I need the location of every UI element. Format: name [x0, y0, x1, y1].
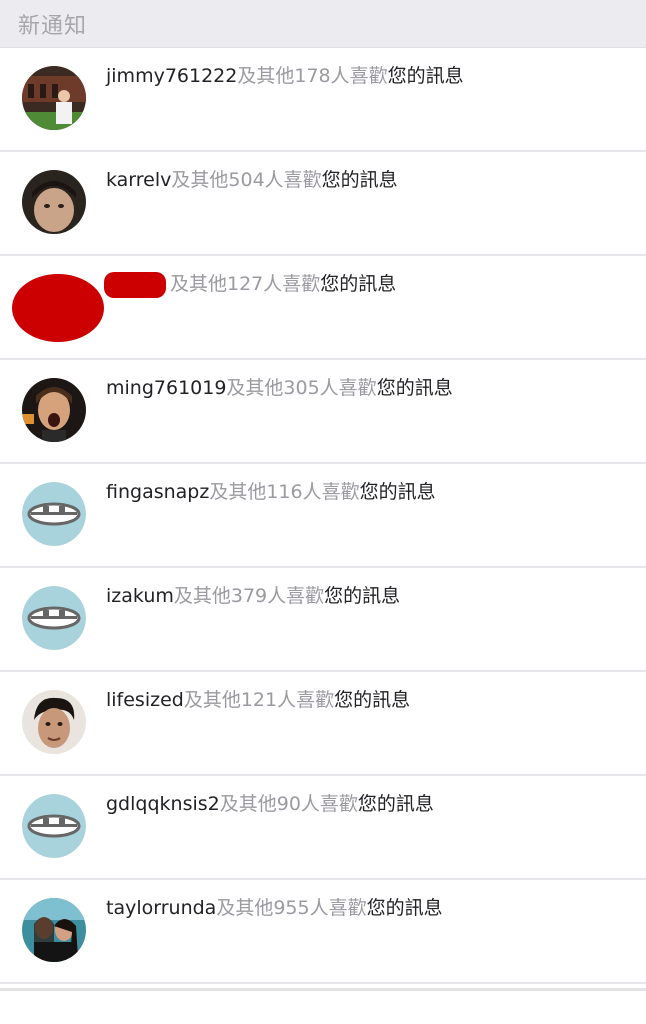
- default-eyes-icon: [22, 794, 86, 858]
- avatar[interactable]: [22, 898, 86, 962]
- notification-list[interactable]: jimmy761222及其他178人喜歡您的訊息 karrelv及其他504人喜…: [0, 47, 646, 984]
- notification-user[interactable]: lifesized: [106, 689, 184, 711]
- notification-item[interactable]: izakum及其他379人喜歡您的訊息: [0, 568, 646, 672]
- notification-count-text: 及其他504人喜歡: [171, 169, 322, 191]
- notification-suffix: 您的訊息: [376, 377, 453, 399]
- notification-suffix: 您的訊息: [324, 585, 401, 607]
- notification-count-text: 及其他955人喜歡: [216, 897, 367, 919]
- avatar[interactable]: [22, 794, 86, 858]
- notification-count-text: 及其他178人喜歡: [237, 65, 388, 87]
- notification-suffix: 您的訊息: [320, 273, 397, 295]
- avatar[interactable]: [22, 170, 86, 234]
- notification-user[interactable]: gdlqqknsis2: [106, 793, 220, 815]
- header-bar: 新通知: [0, 0, 646, 47]
- page-title: 新通知: [18, 13, 88, 39]
- notification-suffix: 您的訊息: [387, 65, 464, 87]
- notification-suffix: 您的訊息: [334, 689, 411, 711]
- notification-text: 及其他127人喜歡您的訊息: [170, 270, 396, 298]
- notification-suffix: 您的訊息: [359, 481, 436, 503]
- avatar[interactable]: [22, 66, 86, 130]
- notification-suffix: 您的訊息: [357, 793, 434, 815]
- avatar[interactable]: [22, 378, 86, 442]
- notification-count-text: 及其他305人喜歡: [226, 377, 377, 399]
- notification-text: taylorrunda及其他955人喜歡您的訊息: [106, 894, 443, 922]
- notification-item[interactable]: karrelv及其他504人喜歡您的訊息: [0, 152, 646, 256]
- notification-text: karrelv及其他504人喜歡您的訊息: [106, 166, 398, 194]
- notification-user[interactable]: fingasnapz: [106, 481, 209, 503]
- notification-item[interactable]: gdlqqknsis2及其他90人喜歡您的訊息: [0, 776, 646, 880]
- notification-item[interactable]: ming761019及其他305人喜歡您的訊息: [0, 360, 646, 464]
- notification-count-text: 及其他379人喜歡: [173, 585, 325, 607]
- notification-text: lifesized及其他121人喜歡您的訊息: [106, 686, 410, 714]
- notification-user[interactable]: jimmy761222: [106, 65, 237, 87]
- notification-user[interactable]: izakum: [106, 585, 174, 607]
- notification-count-text: 及其他90人喜歡: [219, 793, 358, 815]
- redaction-mark-avatar: [12, 274, 104, 342]
- notification-text: fingasnapz及其他116人喜歡您的訊息: [106, 478, 436, 506]
- avatar[interactable]: [22, 586, 86, 650]
- notification-text: izakum及其他379人喜歡您的訊息: [106, 582, 400, 610]
- default-eyes-icon: [22, 482, 86, 546]
- notification-count-text: 及其他127人喜歡: [170, 273, 321, 295]
- notification-count-text: 及其他116人喜歡: [209, 481, 360, 503]
- notification-suffix: 您的訊息: [321, 169, 398, 191]
- notification-item[interactable]: taylorrunda及其他955人喜歡您的訊息: [0, 880, 646, 984]
- avatar[interactable]: [22, 482, 86, 546]
- notification-user[interactable]: ming761019: [106, 377, 226, 399]
- notification-text: ming761019及其他305人喜歡您的訊息: [106, 374, 453, 402]
- notification-user[interactable]: taylorrunda: [106, 897, 216, 919]
- avatar[interactable]: [22, 690, 86, 754]
- notification-text: gdlqqknsis2及其他90人喜歡您的訊息: [106, 790, 434, 818]
- notification-item[interactable]: fingasnapz及其他116人喜歡您的訊息: [0, 464, 646, 568]
- notification-item[interactable]: lifesized及其他121人喜歡您的訊息: [0, 672, 646, 776]
- redaction-mark-username: [104, 272, 166, 298]
- notification-item[interactable]: 及其他127人喜歡您的訊息: [0, 256, 646, 360]
- notification-item[interactable]: jimmy761222及其他178人喜歡您的訊息: [0, 48, 646, 152]
- notification-text: jimmy761222及其他178人喜歡您的訊息: [106, 62, 464, 90]
- notification-count-text: 及其他121人喜歡: [183, 689, 335, 711]
- list-end-divider: [0, 988, 646, 991]
- notification-suffix: 您的訊息: [366, 897, 443, 919]
- default-eyes-icon: [22, 586, 86, 650]
- notification-user[interactable]: karrelv: [106, 169, 171, 191]
